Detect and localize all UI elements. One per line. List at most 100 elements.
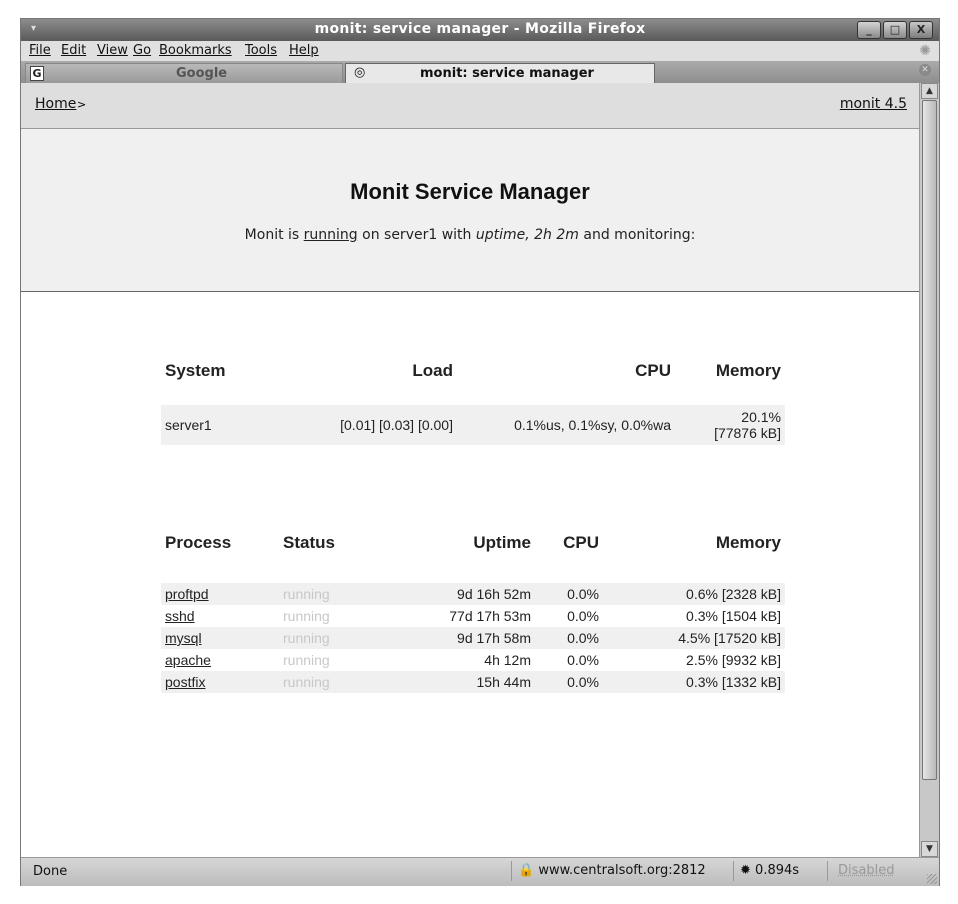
browser-window: ▾ monit: service manager - Mozilla Firef… (20, 18, 940, 886)
process-cpu: 0.0% (535, 583, 603, 605)
monit-version-link[interactable]: monit 4.5 (840, 96, 907, 112)
process-uptime: 15h 44m (367, 671, 535, 693)
status-badge: running (283, 652, 330, 668)
page-header: Monit Service Manager Monit is running o… (21, 129, 919, 292)
home-link[interactable]: Home (35, 96, 76, 112)
table-row: proftpd running 9d 16h 52m 0.0% 0.6% [23… (161, 583, 785, 605)
close-button[interactable]: X (909, 21, 933, 39)
system-name: server1 (161, 405, 289, 445)
tab-google-label: Google (176, 66, 228, 81)
process-cpu: 0.0% (567, 652, 599, 668)
resize-grip-icon[interactable] (927, 874, 937, 884)
page-content: Home > monit 4.5 Monit Service Manager M… (21, 83, 919, 857)
process-memory: 0.6% [2328 kB] (603, 583, 785, 605)
process-memory-header: Memory (715, 533, 781, 552)
menu-bar: File Edit View Go Bookmarks Tools Help ✺ (21, 41, 939, 62)
status-timer-text: 0.894s (755, 863, 800, 878)
scroll-down-icon[interactable]: ▼ (921, 841, 938, 857)
system-load: [0.01] [0.03] [0.00] (289, 405, 457, 445)
process-cpu: 0.0% (535, 671, 603, 693)
breadcrumb: Home > monit 4.5 (21, 83, 919, 129)
google-icon: G (30, 66, 44, 81)
system-row: server1 [0.01] [0.03] [0.00] 0.1%us, 0.1… (161, 405, 785, 445)
window-controls: _ □ X (857, 21, 933, 39)
menu-go[interactable]: Go (133, 43, 151, 58)
running-link[interactable]: running (304, 227, 358, 243)
status-badge: running (283, 608, 330, 624)
firebug-icon[interactable]: ✹ (740, 863, 751, 878)
vertical-scrollbar[interactable]: ▲ ▼ (919, 83, 939, 857)
menu-bookmarks[interactable]: Bookmarks (159, 43, 232, 58)
summary-prefix: Monit is (244, 227, 304, 243)
maximize-button[interactable]: □ (883, 21, 907, 39)
summary-uptime: uptime, 2h 2m (475, 227, 579, 243)
process-table: Process Status Uptime CPU Memory proftpd… (161, 523, 785, 693)
status-timer: ✹ 0.894s (733, 861, 805, 881)
menu-view[interactable]: View (97, 43, 128, 58)
menu-edit[interactable]: Edit (61, 43, 86, 58)
status-url-text: www.centralsoft.org:2812 (538, 863, 706, 878)
process-cpu: 0.0% (535, 627, 603, 649)
status-header: Status (283, 533, 335, 552)
menu-tools[interactable]: Tools (245, 43, 277, 58)
process-uptime: 9d 17h 58m (367, 627, 535, 649)
title-bar[interactable]: ▾ monit: service manager - Mozilla Firef… (21, 19, 939, 41)
tab-bar: G Google ◎ monit: service manager ✕ (21, 61, 939, 84)
page-title: Monit Service Manager (350, 179, 590, 204)
table-row: apache running 4h 12m 0.0% 2.5% [9932 kB… (161, 649, 785, 671)
process-link-apache[interactable]: apache (165, 652, 211, 668)
status-text: Done (33, 864, 68, 879)
uptime-header: Uptime (473, 533, 531, 552)
table-row: mysql running 9d 17h 58m 0.0% 4.5% [1752… (161, 627, 785, 649)
process-memory: 4.5% [17520 kB] (603, 627, 785, 649)
process-link-proftpd[interactable]: proftpd (165, 586, 209, 602)
process-cpu: 0.0% (567, 608, 599, 624)
home-link-label: Home (35, 96, 77, 112)
process-link-mysql[interactable]: mysql (165, 630, 202, 646)
menu-file[interactable]: File (29, 43, 51, 58)
process-uptime: 77d 17h 53m (449, 608, 531, 624)
summary-suffix: and monitoring: (578, 227, 696, 243)
window-title: monit: service manager - Mozilla Firefox (314, 21, 646, 37)
system-memory: 20.1% [77876 kB] (675, 405, 785, 445)
globe-icon: ◎ (354, 65, 366, 80)
status-badge: running (279, 583, 367, 605)
process-memory: 0.3% [1504 kB] (686, 608, 781, 624)
status-bar: Done 🔒 www.centralsoft.org:2812 ✹ 0.894s… (21, 857, 939, 886)
memory-header: Memory (715, 361, 781, 380)
process-cpu-header: CPU (563, 533, 599, 552)
tab-monit-label: monit: service manager (420, 66, 594, 81)
tab-monit[interactable]: ◎ monit: service manager (345, 63, 655, 83)
process-link-sshd[interactable]: sshd (165, 608, 195, 624)
status-url: 🔒 www.centralsoft.org:2812 (511, 861, 712, 881)
system-memory-kb: [77876 kB] (714, 425, 781, 441)
scroll-up-icon[interactable]: ▲ (921, 83, 938, 99)
minimize-button[interactable]: _ (857, 21, 881, 39)
process-uptime: 9d 16h 52m (367, 583, 535, 605)
system-memory-pct: 20.1% (741, 409, 781, 425)
menu-help[interactable]: Help (289, 43, 319, 58)
system-table: System Load CPU Memory server1 [0.01] [0… (161, 351, 785, 445)
table-row: sshd running 77d 17h 53m 0.0% 0.3% [1504… (161, 605, 785, 627)
process-uptime: 4h 12m (484, 652, 531, 668)
process-header: Process (165, 533, 232, 552)
summary-server: on server1 with (357, 227, 476, 243)
cpu-header: CPU (635, 361, 671, 380)
status-badge: running (279, 671, 367, 693)
lock-icon[interactable]: 🔒 (518, 863, 534, 878)
tab-google[interactable]: G Google (25, 63, 343, 83)
process-link-postfix[interactable]: postfix (165, 674, 205, 690)
throbber-icon: ✺ (919, 43, 931, 59)
load-header: Load (412, 361, 453, 380)
table-row: postfix running 15h 44m 0.0% 0.3% [1332 … (161, 671, 785, 693)
close-tab-icon[interactable]: ✕ (919, 64, 931, 76)
scroll-thumb[interactable] (922, 100, 937, 780)
system-cpu: 0.1%us, 0.1%sy, 0.0%wa (457, 405, 675, 445)
status-disabled[interactable]: Disabled (827, 861, 904, 881)
process-memory: 0.3% [1332 kB] (603, 671, 785, 693)
status-badge: running (279, 627, 367, 649)
process-memory: 2.5% [9932 kB] (686, 652, 781, 668)
breadcrumb-separator: > (77, 98, 87, 111)
monit-summary: Monit is running on server1 with uptime,… (21, 227, 919, 243)
system-header: System (165, 361, 226, 380)
